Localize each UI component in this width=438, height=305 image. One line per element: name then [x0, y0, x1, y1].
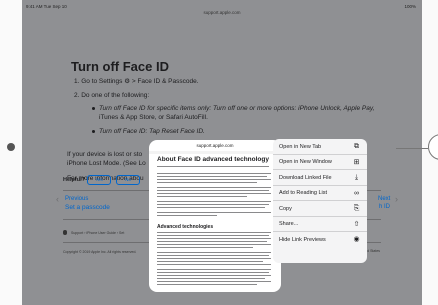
link-preview-card[interactable]: support.apple.com About Face ID advanced… — [149, 140, 281, 292]
bullet-1-line-1: Turn off Face ID for specific items only… — [99, 105, 375, 112]
menu-item-open-new-window[interactable]: Open in New Window ⊞ — [273, 155, 367, 170]
lost-device-para-line-2: iPhone Lost Mode. (See Lo — [67, 160, 146, 167]
eye-icon: ◉ — [353, 236, 360, 243]
helpful-no-button[interactable]: No — [116, 175, 140, 185]
preview-text-line — [157, 235, 269, 237]
preview-text-line — [157, 190, 269, 192]
preview-text-line — [157, 252, 271, 254]
ipad-screen: 9:41 AM Tue Sep 10 100% support.apple.co… — [22, 0, 422, 305]
preview-text-line — [157, 272, 269, 274]
copyright-text: Copyright © 2019 Apple Inc. All rights r… — [63, 250, 137, 254]
preview-text-line — [157, 179, 271, 181]
copy-icon: ⎘ — [353, 205, 360, 212]
bullet-dot — [92, 130, 95, 133]
previous-link[interactable]: Previous — [65, 196, 88, 202]
preview-text-line — [157, 176, 267, 178]
helpful-label: Helpful? — [63, 177, 85, 183]
preview-text-line — [157, 244, 271, 246]
apple-logo-icon[interactable] — [63, 230, 67, 235]
preview-text-line — [157, 269, 271, 271]
chevron-left-icon[interactable]: ‹ — [56, 194, 59, 204]
preview-url: support.apple.com — [196, 143, 234, 148]
menu-item-label: Open in New Tab — [279, 143, 322, 150]
helpful-yes-button[interactable]: Yes — [87, 175, 111, 185]
camera-dot — [7, 143, 15, 151]
menu-item-label: Hide Link Previews — [279, 236, 326, 243]
preview-text-line — [157, 238, 271, 240]
chevron-right-icon[interactable]: › — [395, 194, 398, 204]
preview-text-line — [157, 255, 269, 257]
preview-text-line — [157, 187, 271, 189]
bullet-1-line-2: iTunes & App Store, or Safari AutoFill. — [99, 114, 208, 121]
preview-text-line — [157, 241, 267, 243]
bullet-dot — [92, 107, 95, 110]
menu-item-share[interactable]: Share... ⇧ — [273, 217, 367, 232]
download-icon: ⤓ — [354, 174, 359, 181]
preview-text-line — [157, 201, 271, 203]
new-window-icon: ⊞ — [353, 158, 360, 166]
preview-text-line — [157, 166, 269, 168]
menu-item-hide-link-previews[interactable]: Hide Link Previews ◉ — [273, 232, 367, 248]
menu-item-label: Share... — [279, 221, 299, 227]
preview-text-line — [157, 261, 263, 263]
menu-item-label: Copy — [279, 205, 292, 212]
menu-item-add-to-reading-list[interactable]: Add to Reading List ∞ — [273, 186, 367, 201]
glasses-icon: ∞ — [354, 189, 359, 197]
share-icon: ⇧ — [353, 220, 360, 228]
preview-title: About Face ID advanced technology — [157, 156, 269, 163]
menu-item-label: Add to Reading List — [279, 190, 328, 196]
new-tab-icon: ⧉ — [354, 143, 359, 150]
preview-text-line — [157, 182, 257, 184]
callout-line — [396, 148, 428, 149]
preview-text-line — [157, 173, 271, 175]
menu-item-label: Download Linked File — [279, 174, 332, 181]
preview-text-line — [157, 264, 271, 266]
step-2: 2. Do one of the following: — [74, 92, 150, 99]
preview-text-line — [157, 281, 271, 283]
link-context-menu: Open in New Tab ⧉ Open in New Window ⊞ D… — [273, 139, 367, 263]
device-bezel-left — [0, 0, 22, 305]
next-link[interactable]: Next — [378, 196, 390, 202]
preview-text-line — [157, 207, 265, 209]
preview-subheading: Advanced technologies — [157, 224, 214, 230]
menu-item-open-new-tab[interactable]: Open in New Tab ⧉ — [273, 139, 367, 155]
status-time: 9:41 AM Tue Sep 10 — [26, 4, 67, 9]
lost-device-para-line-1: If your device is lost or sto — [67, 151, 143, 158]
preview-text-line — [157, 247, 253, 249]
preview-text-line — [157, 258, 271, 260]
preview-text-line — [157, 232, 271, 234]
menu-item-label: Open in New Window — [279, 159, 332, 165]
preview-text-line — [157, 284, 257, 286]
menu-item-copy[interactable]: Copy ⎘ — [273, 201, 367, 217]
article-heading: Turn off Face ID — [71, 59, 169, 74]
footer-breadcrumb[interactable]: Support › iPhone User Guide › Set — [71, 231, 124, 235]
preview-text-line — [157, 215, 217, 217]
preview-url-bar — [149, 151, 281, 154]
battery-indicator: 100% — [404, 4, 416, 9]
preview-text-line — [157, 212, 271, 214]
menu-item-download-linked-file[interactable]: Download Linked File ⤓ — [273, 170, 367, 186]
preview-text-line — [157, 278, 265, 280]
previous-title-link[interactable]: Set a passcode — [65, 204, 110, 211]
preview-text-line — [157, 196, 247, 198]
preview-text-line — [157, 204, 269, 206]
step-1: 1. Go to Settings ⚙ > Face ID & Passcode… — [74, 78, 199, 85]
preview-text-line — [157, 193, 271, 195]
preview-text-line — [157, 275, 271, 277]
bullet-2: Turn off Face ID: Tap Reset Face ID. — [99, 128, 205, 135]
next-title-link[interactable]: h ID — [379, 204, 390, 210]
